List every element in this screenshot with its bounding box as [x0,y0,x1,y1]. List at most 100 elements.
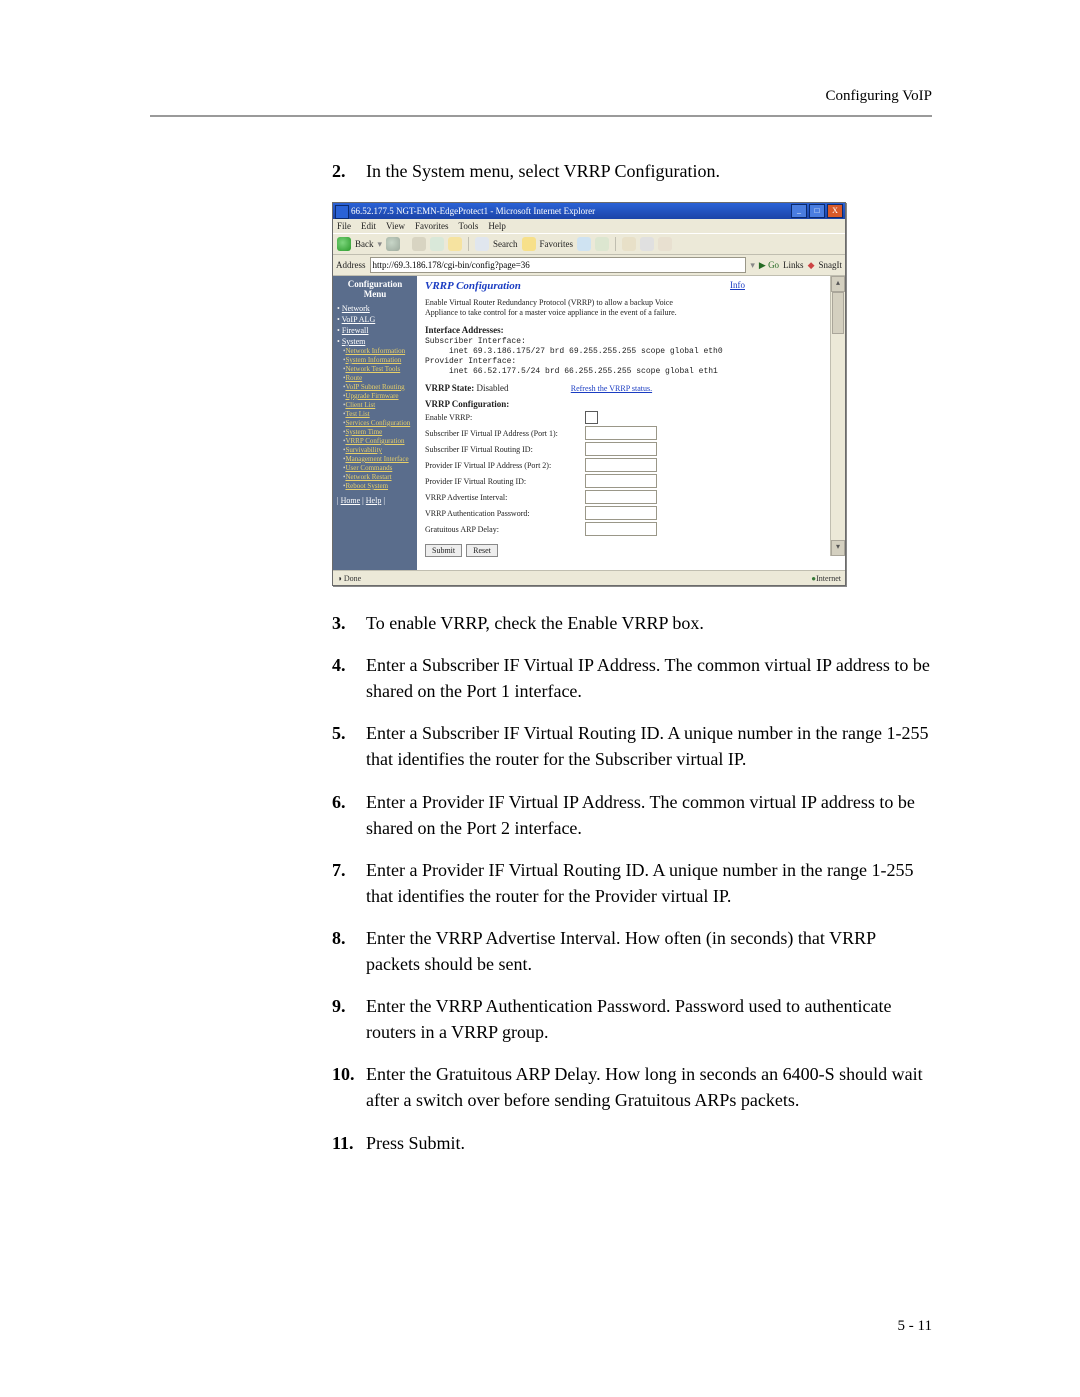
sidebar-subitem-0[interactable]: Network Information [345,347,405,355]
step-text: To enable VRRP, check the Enable VRRP bo… [366,610,932,636]
submit-button[interactable]: Submit [425,544,462,557]
sidebar-subitem-5[interactable]: Upgrade Firmware [345,392,398,400]
enable-vrrp-label: Enable VRRP: [425,413,585,422]
info-link[interactable]: Info [730,280,745,290]
refresh-icon[interactable] [430,237,444,251]
scroll-up-icon[interactable]: ▴ [831,276,845,292]
sidebar-subitem-12[interactable]: Management Interface [345,455,408,463]
step-text: Enter the VRRP Advertise Interval. How o… [366,925,932,977]
scroll-thumb[interactable] [832,292,844,334]
step-number: 10. [332,1061,366,1113]
sidebar-help-link[interactable]: Help [366,496,382,505]
step-text: Press Submit. [366,1130,932,1156]
adv-label: VRRP Advertise Interval: [425,493,585,502]
step-number: 8. [332,925,366,977]
mail-icon[interactable] [622,237,636,251]
stop-icon[interactable] [412,237,426,251]
address-label: Address [336,260,366,270]
menu-file[interactable]: File [337,221,351,231]
prov-ip-label: Provider IF Virtual IP Address (Port 2): [425,461,585,470]
sidebar-subitem-13[interactable]: User Commands [345,464,392,472]
address-url[interactable]: http://69.3.186.178/cgi-bin/config?page=… [370,257,747,273]
status-done: ◑ Done [337,574,361,583]
sidebar-subitem-11[interactable]: Survivability [345,446,382,454]
sidebar-item-firewall[interactable]: Firewall [342,326,369,335]
menu-favorites[interactable]: Favorites [415,221,449,231]
header-rule [150,115,932,117]
running-header: Configuring VoIP [825,88,932,105]
sidebar-item-system[interactable]: System [342,337,366,346]
step-number: 7. [332,857,366,909]
menu-tools[interactable]: Tools [458,221,478,231]
page-number: 5 - 11 [898,1318,932,1335]
step-6: 6.Enter a Provider IF Virtual IP Address… [332,789,932,841]
search-icon[interactable] [475,237,489,251]
forward-icon[interactable] [386,237,400,251]
sidebar-subitem-8[interactable]: Services Configuration [345,419,410,427]
content-pane: VRRP Configuration Info Enable Virtual R… [417,276,845,570]
auth-label: VRRP Authentication Password: [425,509,585,518]
sidebar-home-link[interactable]: Home [341,496,361,505]
snagit-label[interactable]: SnagIt [819,260,843,270]
sidebar-subitem-10[interactable]: VRRP Configuration [345,437,404,445]
step-8: 8.Enter the VRRP Advertise Interval. How… [332,925,932,977]
sidebar-subitem-2[interactable]: Network Test Tools [345,365,400,373]
sidebar-subitem-9[interactable]: System Time [345,428,382,436]
prov-id-input[interactable] [585,474,657,488]
back-label[interactable]: Back [355,239,374,249]
edit-icon[interactable] [658,237,672,251]
prov-ip-input[interactable] [585,458,657,472]
sidebar-subitem-7[interactable]: Test List [345,410,369,418]
embedded-screenshot: 66.52.177.5 NGT-EMN-EdgeProtect1 - Micro… [332,202,846,586]
garp-input[interactable] [585,522,657,536]
sidebar-item-voip-alg[interactable]: VoIP ALG [342,315,376,324]
interface-addresses-block: Subscriber Interface: inet 69.3.186.175/… [425,337,837,377]
sidebar-subitem-6[interactable]: Client List [345,401,375,409]
step-number: 3. [332,610,366,636]
ie-icon [335,205,349,219]
media-icon[interactable] [577,237,591,251]
auth-input[interactable] [585,506,657,520]
sub-id-input[interactable] [585,442,657,456]
scroll-down-icon[interactable]: ▾ [831,540,845,556]
sub-id-label: Subscriber IF Virtual Routing ID: [425,445,585,454]
ie-toolbar: Back ▾ Search Favorites [333,233,845,255]
search-label[interactable]: Search [493,239,518,249]
pane-intro: Enable Virtual Router Redundancy Protoco… [425,298,705,317]
sidebar-subitem-14[interactable]: Network Restart [345,473,391,481]
favorites-label[interactable]: Favorites [540,239,574,249]
favorites-icon[interactable] [522,237,536,251]
ie-menubar[interactable]: File Edit View Favorites Tools Help [333,219,845,233]
back-icon[interactable] [337,237,351,251]
step-3: 3.To enable VRRP, check the Enable VRRP … [332,610,932,636]
adv-input[interactable] [585,490,657,504]
refresh-vrrp-link[interactable]: Refresh the VRRP status. [571,384,652,393]
step-9: 9.Enter the VRRP Authentication Password… [332,993,932,1045]
menu-view[interactable]: View [386,221,405,231]
sidebar-subitem-15[interactable]: Reboot System [345,482,388,490]
scrollbar[interactable]: ▴ ▾ [830,276,845,556]
step-text: Enter a Subscriber IF Virtual Routing ID… [366,720,932,772]
sidebar-item-network[interactable]: Network [342,304,370,313]
step-text: In the System menu, select VRRP Configur… [366,158,932,184]
sidebar-subitem-1[interactable]: System Information [345,356,401,364]
menu-edit[interactable]: Edit [361,221,376,231]
sidebar-subitem-4[interactable]: VoIP Subnet Routing [345,383,404,391]
minimize-button[interactable]: _ [791,204,807,218]
step-text: Enter a Provider IF Virtual Routing ID. … [366,857,932,909]
close-button[interactable]: X [827,204,843,218]
history-icon[interactable] [595,237,609,251]
vrrp-state-value: Disabled [477,383,509,393]
go-button[interactable]: ▶ Go [759,260,779,271]
home-icon[interactable] [448,237,462,251]
sub-ip-input[interactable] [585,426,657,440]
links-label[interactable]: Links [783,260,804,270]
enable-vrrp-checkbox[interactable] [585,411,598,424]
print-icon[interactable] [640,237,654,251]
maximize-button[interactable]: □ [809,204,825,218]
step-text: Enter a Subscriber IF Virtual IP Address… [366,652,932,704]
step-10: 10.Enter the Gratuitous ARP Delay. How l… [332,1061,932,1113]
menu-help[interactable]: Help [488,221,506,231]
reset-button[interactable]: Reset [466,544,498,557]
sidebar-subitem-3[interactable]: Route [345,374,362,382]
